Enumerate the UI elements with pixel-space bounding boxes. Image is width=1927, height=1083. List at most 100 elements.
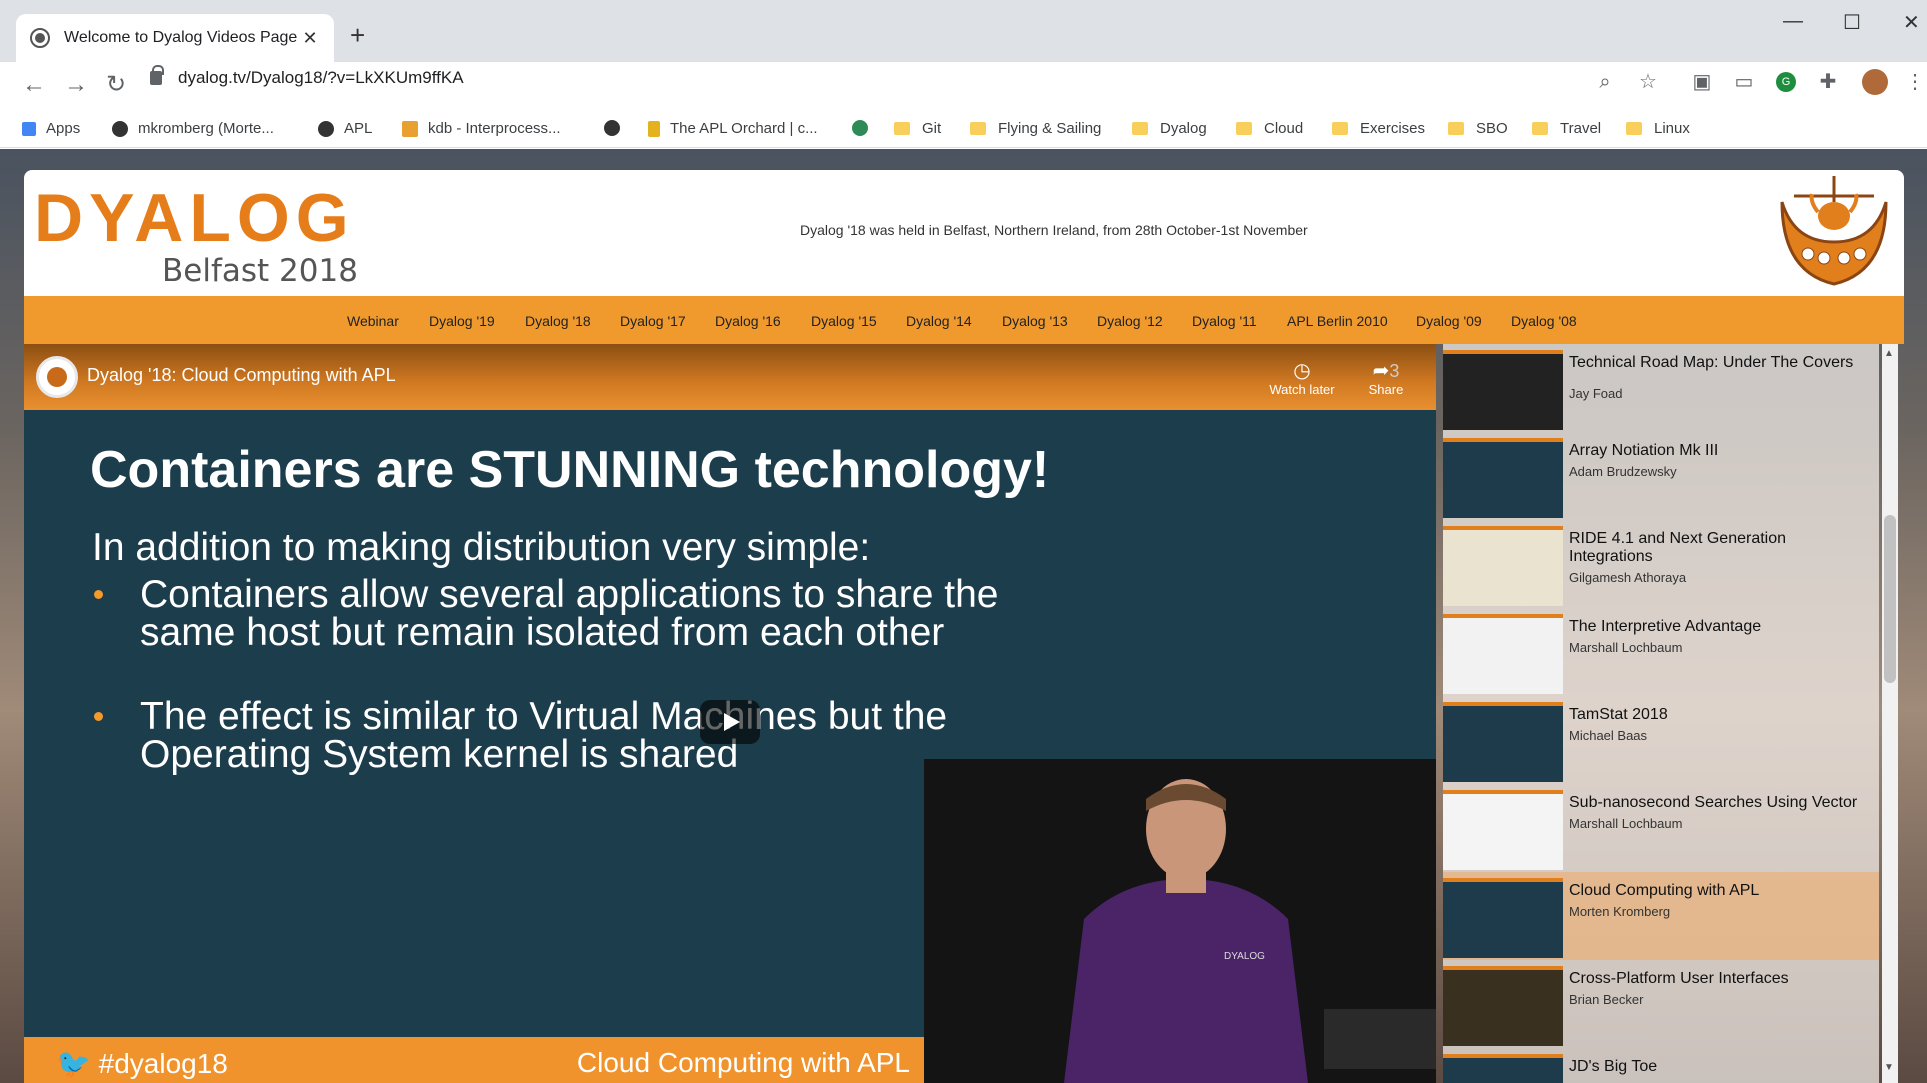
nav-dyalog-17[interactable]: Dyalog '17 bbox=[620, 313, 686, 329]
playlist-item-author: Morten Kromberg bbox=[1569, 904, 1671, 919]
minimize-icon[interactable]: — bbox=[1783, 10, 1803, 33]
nav-dyalog-19[interactable]: Dyalog '19 bbox=[429, 313, 495, 329]
playlist-item[interactable]: TamStat 2018 Michael Baas bbox=[1443, 696, 1879, 784]
play-button[interactable] bbox=[700, 700, 760, 744]
grammarly-icon[interactable]: G bbox=[1776, 72, 1796, 92]
playlist-item-author: Michael Baas bbox=[1569, 728, 1648, 743]
reload-icon[interactable]: ↻ bbox=[106, 70, 126, 100]
back-icon[interactable]: ← bbox=[22, 70, 46, 100]
bookmark-folder-sbo[interactable]: SBO bbox=[1448, 120, 1508, 137]
slide-bullet: The effect is similar to Virtual Machine… bbox=[140, 695, 948, 776]
nav-dyalog-12[interactable]: Dyalog '12 bbox=[1097, 313, 1163, 329]
playlist-scrollbar[interactable] bbox=[1882, 344, 1898, 1083]
bookmark-folder-linux[interactable]: Linux bbox=[1626, 120, 1690, 137]
bookmarks-bar: Apps mkromberg (Morte... APL kdb - Inter… bbox=[0, 110, 1927, 148]
event-name: Belfast 2018 bbox=[162, 253, 358, 289]
nav-dyalog-11[interactable]: Dyalog '11 bbox=[1192, 313, 1257, 329]
nav-dyalog-18[interactable]: Dyalog '18 bbox=[525, 313, 591, 329]
profile-avatar[interactable] bbox=[1862, 69, 1888, 95]
bookmark-apl-orchard[interactable]: The APL Orchard | c... bbox=[648, 120, 818, 137]
playlist-item-author: Marshall Lochbaum bbox=[1569, 640, 1683, 655]
folder-icon bbox=[970, 122, 986, 135]
bookmark-label: The APL Orchard | c... bbox=[670, 120, 818, 137]
bookmark-folder-exercises[interactable]: Exercises bbox=[1332, 120, 1425, 137]
cast-icon[interactable]: ▭ bbox=[1734, 72, 1754, 92]
menu-icon[interactable]: ⋮ bbox=[1905, 72, 1925, 92]
playlist-scroll-thumb[interactable] bbox=[1884, 515, 1896, 683]
scroll-up-icon[interactable]: ▲ bbox=[1884, 348, 1894, 359]
slide-intro: In addition to making distribution very … bbox=[92, 526, 871, 569]
bookmark-globe[interactable] bbox=[604, 120, 630, 136]
nav-dyalog-14[interactable]: Dyalog '14 bbox=[906, 313, 972, 329]
video-thumbnail bbox=[1443, 526, 1563, 606]
bookmark-kdb[interactable]: kdb - Interprocess... bbox=[402, 120, 561, 137]
bookmark-label: Linux bbox=[1654, 120, 1690, 137]
bookmark-github[interactable]: mkromberg (Morte... bbox=[112, 120, 274, 137]
slide-bullet: Containers allow several applications to… bbox=[140, 573, 999, 654]
slide-heading: Containers are STUNNING technology! bbox=[90, 441, 1050, 499]
share-icon: ➦3 bbox=[1372, 360, 1400, 382]
close-window-icon[interactable]: ✕ bbox=[1903, 10, 1920, 35]
bookmark-label: Exercises bbox=[1360, 120, 1426, 137]
nav-dyalog-16[interactable]: Dyalog '16 bbox=[715, 313, 781, 329]
globe-icon bbox=[318, 120, 334, 137]
dyalog-logo[interactable]: DYALOG bbox=[34, 183, 355, 253]
nav-dyalog-13[interactable]: Dyalog '13 bbox=[1002, 313, 1068, 329]
bookmark-folder-dyalog[interactable]: Dyalog bbox=[1132, 120, 1207, 137]
bookmark-folder-flying[interactable]: Flying & Sailing bbox=[970, 120, 1101, 137]
watch-later-button[interactable]: ◷ Watch later bbox=[1262, 358, 1342, 397]
bookmark-label: APL bbox=[344, 120, 373, 137]
url-text: dyalog.tv/Dyalog18/?v=LkXKUm9ffKA bbox=[178, 68, 464, 87]
bookmark-folder-cloud[interactable]: Cloud bbox=[1236, 120, 1303, 137]
close-tab-icon[interactable]: ✕ bbox=[300, 28, 320, 49]
nav-webinar[interactable]: Webinar bbox=[347, 313, 399, 329]
apps-grid-icon bbox=[22, 121, 36, 136]
video-thumbnail bbox=[1443, 878, 1563, 958]
bookmark-leaf[interactable] bbox=[852, 120, 878, 136]
browser-tab[interactable]: Welcome to Dyalog Videos Page ✕ bbox=[16, 14, 334, 62]
bookmark-folder-git[interactable]: Git bbox=[894, 120, 941, 137]
playlist-item[interactable]: Cross-Platform User Interfaces Brian Beck… bbox=[1443, 960, 1879, 1048]
video-title[interactable]: Dyalog '18: Cloud Computing with APL bbox=[87, 365, 396, 386]
zoom-icon[interactable]: ⌕ bbox=[1595, 72, 1615, 92]
bookmark-label: Cloud bbox=[1264, 120, 1304, 137]
folder-icon bbox=[1626, 122, 1642, 135]
playlist-item[interactable]: Sub-nanosecond Searches Using Vector Mars… bbox=[1443, 784, 1879, 872]
scroll-down-icon[interactable]: ▼ bbox=[1884, 1062, 1894, 1073]
bookmark-apl[interactable]: APL bbox=[318, 120, 372, 137]
playlist-item-author: Marshall Lochbaum bbox=[1569, 816, 1683, 831]
video-thumbnail bbox=[1443, 350, 1563, 430]
playlist-item[interactable]: Array Notiation Mk III Adam Brudzewsky bbox=[1443, 432, 1879, 520]
bookmark-apps[interactable]: Apps bbox=[22, 120, 80, 137]
star-icon[interactable]: ☆ bbox=[1638, 72, 1658, 92]
share-button[interactable]: ➦3 Share bbox=[1346, 358, 1426, 397]
playlist-item-current[interactable]: Cloud Computing with APL Morten Kromberg bbox=[1443, 872, 1879, 960]
playlist-item-title: RIDE 4.1 and Next Generation Integration… bbox=[1569, 530, 1787, 565]
leaf-icon bbox=[852, 120, 868, 136]
nav-apl-berlin-2010[interactable]: APL Berlin 2010 bbox=[1287, 313, 1388, 329]
footer-title: Cloud Computing with APL bbox=[576, 1047, 910, 1078]
bookmark-folder-travel[interactable]: Travel bbox=[1532, 120, 1601, 137]
channel-avatar[interactable] bbox=[36, 356, 78, 398]
extension-icon[interactable]: ▣ bbox=[1692, 72, 1712, 92]
playlist-item[interactable]: Technical Road Map: Under The Covers Jay … bbox=[1443, 344, 1879, 432]
hashtag-text: #dyalog18 bbox=[98, 1048, 228, 1079]
playlist-item[interactable]: JD's Big Toe bbox=[1443, 1048, 1879, 1083]
playlist-item[interactable]: The Interpretive Advantage Marshall Lochb… bbox=[1443, 608, 1879, 696]
nav-dyalog-08[interactable]: Dyalog '08 bbox=[1511, 313, 1577, 329]
video-thumbnail bbox=[1443, 1054, 1563, 1083]
video-player[interactable]: Dyalog '18: Cloud Computing with APL ◷ Wa… bbox=[24, 344, 1436, 1083]
bookmark-label: Travel bbox=[1560, 120, 1602, 137]
maximize-icon[interactable]: ☐ bbox=[1843, 10, 1861, 35]
playlist-item[interactable]: RIDE 4.1 and Next Generation Integration… bbox=[1443, 520, 1879, 608]
folder-icon bbox=[1448, 122, 1464, 135]
nav-dyalog-15[interactable]: Dyalog '15 bbox=[811, 313, 877, 329]
address-bar[interactable]: dyalog.tv/Dyalog18/?v=LkXKUm9ffKA bbox=[150, 65, 464, 88]
globe-icon bbox=[30, 28, 50, 48]
puzzle-icon[interactable]: ✚ bbox=[1818, 72, 1838, 92]
new-tab-button[interactable]: + bbox=[350, 22, 365, 48]
globe-icon bbox=[604, 120, 620, 136]
tab-title: Welcome to Dyalog Videos Page bbox=[64, 29, 298, 46]
nav-dyalog-09[interactable]: Dyalog '09 bbox=[1416, 313, 1482, 329]
forward-icon[interactable]: → bbox=[64, 70, 88, 100]
